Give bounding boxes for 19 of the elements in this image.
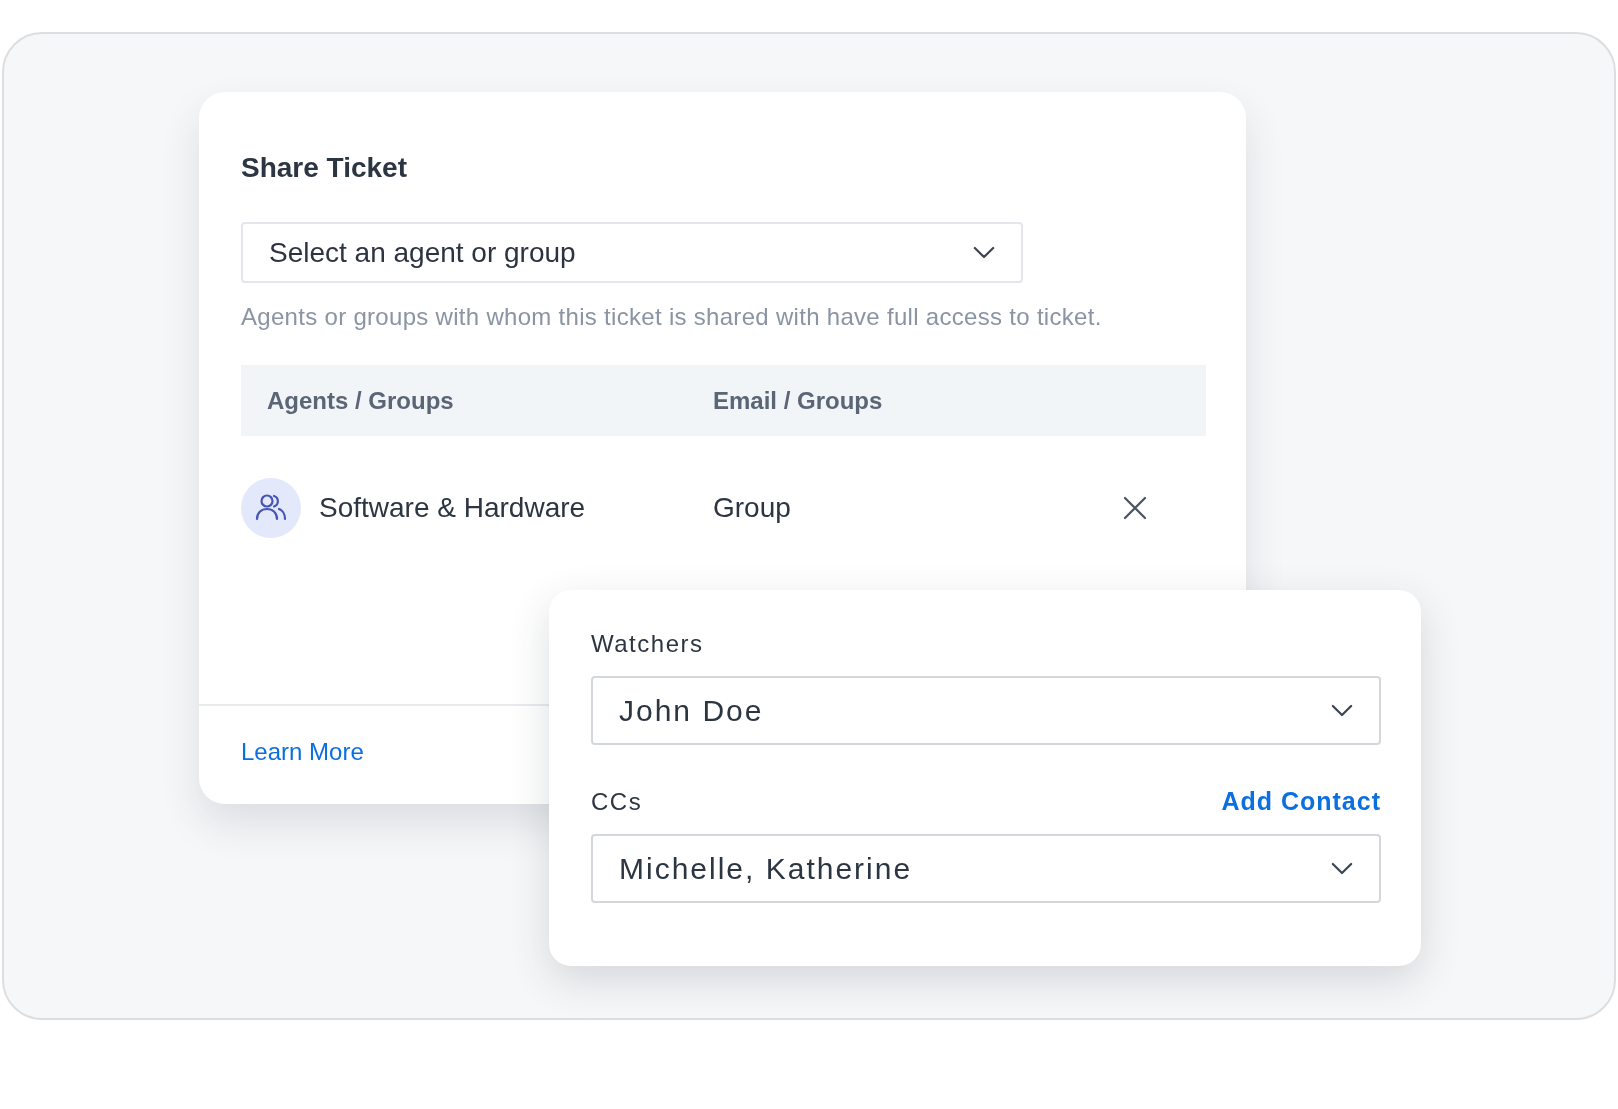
card-title: Share Ticket (241, 152, 409, 184)
group-icon (241, 478, 301, 538)
column-header: Email / Groups (713, 386, 883, 415)
caret-icon (973, 246, 995, 259)
column-header: Agents / Groups (267, 386, 455, 415)
caret-icon (1331, 862, 1353, 875)
learn-more-link[interactable]: Learn More (241, 738, 364, 765)
caret-icon (1331, 704, 1353, 717)
field-label: Watchers (591, 630, 704, 658)
table-cell-text: Group (713, 492, 792, 524)
field-label: CCs (591, 787, 643, 816)
dropdown-field[interactable]: Michelle, Katherine (591, 834, 1381, 903)
help-text: Agents or groups with whom this ticket is shared with have full access to ticket. (241, 303, 1103, 331)
table-cell: Software & Hardware (319, 492, 586, 524)
agent-select-field[interactable]: Select an agent or group (241, 222, 1023, 283)
dropdown-field[interactable]: John Doe (591, 676, 1381, 745)
remove-button[interactable] (1123, 496, 1147, 520)
close-icon (1123, 496, 1147, 520)
add-contact-link[interactable]: Add Contact (1221, 787, 1381, 816)
